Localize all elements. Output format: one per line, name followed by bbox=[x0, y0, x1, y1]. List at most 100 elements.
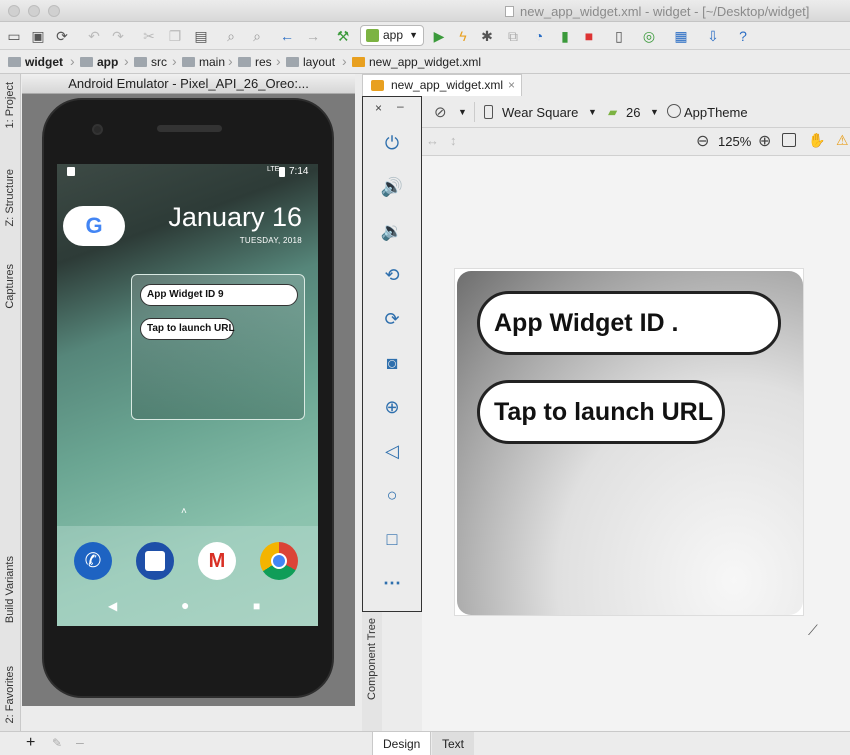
xml-file-icon bbox=[371, 80, 384, 91]
overview-nav-icon[interactable]: ■ bbox=[253, 599, 260, 613]
breadcrumb-res[interactable]: res bbox=[238, 54, 272, 70]
debug-icon[interactable]: ✱ bbox=[478, 27, 496, 45]
device-select[interactable]: Wear Square bbox=[502, 105, 578, 120]
back-nav-icon[interactable]: ◀ bbox=[108, 599, 117, 613]
run-icon[interactable]: ▶ bbox=[430, 27, 448, 45]
warning-icon[interactable]: ⚠ bbox=[836, 132, 849, 149]
tab-new-app-widget[interactable]: new_app_widget.xml × bbox=[362, 74, 522, 96]
preview-widget-id-label[interactable]: App Widget ID . bbox=[477, 291, 781, 355]
copy-icon[interactable]: ❐ bbox=[166, 27, 184, 45]
overview-icon[interactable]: □ bbox=[379, 526, 405, 552]
phone-screen[interactable]: LTE 7:14 G January 16 TUESDAY, 2018 App … bbox=[57, 164, 318, 626]
messages-app-icon[interactable] bbox=[136, 542, 174, 580]
save-icon[interactable]: ▣ bbox=[29, 27, 47, 45]
edit-icon[interactable]: ✎ bbox=[52, 736, 62, 750]
camera-icon[interactable]: ◙ bbox=[379, 350, 405, 376]
zoom-level: 125% bbox=[718, 134, 752, 149]
sdk-manager-icon[interactable]: ⇩ bbox=[704, 27, 722, 45]
zoom-in-icon[interactable]: ⊕ bbox=[758, 131, 771, 151]
breadcrumb-file[interactable]: new_app_widget.xml bbox=[352, 54, 481, 70]
attach-icon[interactable]: ⧉ bbox=[504, 27, 522, 45]
help-icon[interactable]: ? bbox=[734, 27, 752, 45]
breadcrumb-app[interactable]: app bbox=[80, 54, 118, 70]
build-icon[interactable]: ⚒ bbox=[334, 27, 352, 45]
rotate-right-icon[interactable]: ⟳ bbox=[379, 306, 405, 332]
stop-icon[interactable]: ■ bbox=[580, 27, 598, 45]
zoom-fit-icon[interactable] bbox=[782, 133, 796, 147]
rotate-left-icon[interactable]: ⟲ bbox=[379, 262, 405, 288]
component-tree-bar: Component Tree bbox=[362, 612, 382, 731]
zoom-toolbar: ↔ ↕ ⊖ 125% ⊕ ✋ ⚠ bbox=[422, 128, 850, 156]
tab-captures[interactable]: Captures bbox=[2, 264, 18, 309]
chevron-down-icon: ▼ bbox=[588, 107, 597, 117]
tab-component-tree[interactable]: Component Tree bbox=[364, 618, 380, 700]
volume-up-icon[interactable]: 🔊 bbox=[379, 174, 405, 200]
pan-hand-icon[interactable]: ✋ bbox=[808, 132, 825, 149]
resize-handle-icon[interactable]: ⟋ bbox=[808, 622, 818, 639]
close-window-button[interactable] bbox=[8, 5, 20, 17]
volume-down-icon[interactable]: 🔉 bbox=[379, 218, 405, 244]
zoom-icon[interactable]: ⊕ bbox=[379, 394, 405, 420]
close-icon[interactable]: × bbox=[508, 75, 515, 95]
run-config-select[interactable]: app ▼ bbox=[360, 25, 424, 46]
app-drawer-arrow-icon[interactable]: ˄ bbox=[181, 506, 187, 517]
cut-icon[interactable]: ✂ bbox=[140, 27, 158, 45]
phone-app-icon[interactable]: ✆ bbox=[74, 542, 112, 580]
gmail-app-icon[interactable]: M bbox=[198, 542, 236, 580]
minimize-window-button[interactable] bbox=[28, 5, 40, 17]
zoom-window-button[interactable] bbox=[48, 5, 60, 17]
avd-manager-icon[interactable]: ▯ bbox=[610, 27, 628, 45]
dock: ✆ M ◀ ● ■ bbox=[57, 526, 318, 626]
home-icon[interactable]: ○ bbox=[379, 482, 405, 508]
find-icon[interactable]: ⌕ bbox=[222, 27, 240, 45]
more-icon[interactable]: ⋯ bbox=[379, 570, 405, 596]
undo-icon[interactable]: ↶ bbox=[85, 27, 103, 45]
resize-vertical-icon[interactable]: ↕ bbox=[450, 133, 457, 148]
google-search-widget[interactable]: G bbox=[63, 206, 125, 246]
clock-date[interactable]: January 16 bbox=[168, 202, 302, 233]
sync-gradle-icon[interactable]: ◎ bbox=[640, 27, 658, 45]
forward-icon[interactable]: → bbox=[304, 27, 322, 45]
theme-select[interactable]: AppTheme bbox=[684, 105, 748, 120]
folder-icon bbox=[238, 57, 251, 67]
clock-day: TUESDAY, 2018 bbox=[239, 236, 302, 245]
redo-icon[interactable]: ↷ bbox=[109, 27, 127, 45]
breadcrumb-widget[interactable]: widget bbox=[8, 54, 63, 70]
sync-icon[interactable]: ⟳ bbox=[53, 27, 71, 45]
tab-design[interactable]: Design bbox=[372, 732, 432, 755]
layout-preview[interactable]: App Widget ID . Tap to launch URL bbox=[454, 268, 804, 616]
profile-icon[interactable]: ◔ bbox=[530, 27, 548, 45]
chrome-app-icon[interactable] bbox=[260, 542, 298, 580]
breadcrumb-main[interactable]: main bbox=[182, 54, 225, 70]
device-icon bbox=[484, 105, 493, 119]
zoom-out-icon[interactable]: ⊖ bbox=[696, 131, 709, 151]
tab-build-variants[interactable]: Build Variants bbox=[2, 556, 18, 623]
close-icon[interactable]: × bbox=[375, 101, 382, 115]
remove-icon[interactable]: – bbox=[76, 734, 84, 750]
tab-favorites[interactable]: 2: Favorites bbox=[2, 666, 18, 723]
orientation-icon[interactable]: ⊘ bbox=[434, 103, 447, 121]
launch-url-button[interactable]: Tap to launch URL bbox=[140, 318, 235, 340]
home-nav-icon[interactable]: ● bbox=[181, 597, 189, 613]
back-icon[interactable]: ← bbox=[278, 27, 296, 45]
add-icon[interactable]: + bbox=[26, 734, 35, 752]
preview-launch-url-button[interactable]: Tap to launch URL bbox=[477, 380, 725, 444]
replace-icon[interactable]: ⌕ bbox=[248, 27, 266, 45]
apply-changes-icon[interactable]: ϟ bbox=[454, 27, 472, 45]
android-api-icon: ▰ bbox=[608, 105, 618, 119]
tab-structure[interactable]: Z: Structure bbox=[2, 169, 18, 226]
back-icon[interactable]: ◁ bbox=[379, 438, 405, 464]
breadcrumb-src[interactable]: src bbox=[134, 54, 167, 70]
resize-horizontal-icon[interactable]: ↔ bbox=[426, 133, 439, 148]
power-icon[interactable]: ⏻ bbox=[379, 130, 405, 156]
api-select[interactable]: 26 bbox=[626, 105, 640, 120]
paste-icon[interactable]: ▤ bbox=[192, 27, 210, 45]
coverage-icon[interactable]: ▮ bbox=[556, 27, 574, 45]
design-canvas[interactable]: App Widget ID . Tap to launch URL ⟋ bbox=[422, 156, 850, 731]
breadcrumb-layout[interactable]: layout bbox=[286, 54, 335, 70]
minimize-icon[interactable]: – bbox=[397, 99, 404, 113]
open-folder-icon[interactable]: ▭ bbox=[5, 27, 23, 45]
tab-project[interactable]: 1: Project bbox=[2, 82, 18, 128]
tab-text[interactable]: Text bbox=[432, 732, 475, 755]
project-structure-icon[interactable]: ▦ bbox=[672, 27, 690, 45]
